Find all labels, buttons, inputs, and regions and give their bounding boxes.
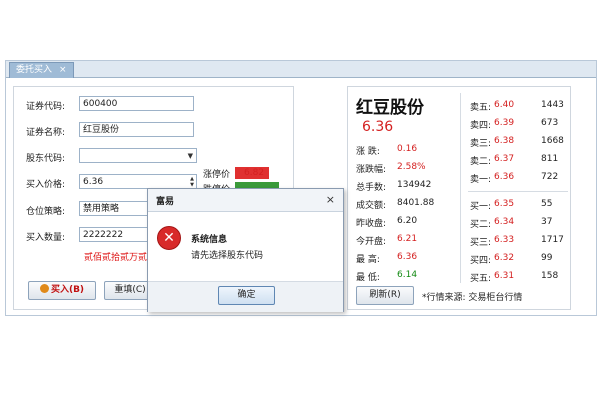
message-dialog: 富易 × ✕ 系统信息 请先选择股东代码 确定 (147, 188, 344, 312)
bid-price: 6.35 (494, 199, 515, 209)
stat-label: 今开盘: (356, 237, 387, 247)
stat-label: 涨跌幅: (356, 165, 387, 175)
tab-close-icon[interactable]: × (59, 65, 67, 75)
ask-label: 卖五: (470, 103, 492, 113)
book-divider (468, 191, 568, 192)
bid-label: 买一: (470, 202, 492, 212)
ask-price: 6.40 (494, 100, 515, 110)
stat-value: 8401.88 (397, 198, 435, 208)
stat-value: 6.21 (397, 234, 418, 244)
dialog-title-bar: 富易 × (148, 189, 343, 212)
dialog-heading: 系统信息 (191, 235, 228, 245)
bid-volume: 55 (541, 199, 553, 209)
stat-value: 6.20 (397, 216, 418, 226)
qty-label: 买入数量: (26, 233, 66, 243)
close-icon[interactable]: × (326, 193, 335, 206)
bid-volume: 37 (541, 217, 553, 227)
name-label: 证券名称: (26, 128, 66, 138)
holder-select[interactable]: ▼ (79, 148, 197, 163)
strategy-label: 仓位策略: (26, 207, 66, 217)
bid-label: 买五: (470, 274, 492, 284)
limit-up-label: 涨停价 (203, 170, 231, 180)
buy-button[interactable]: 买入(B) (28, 281, 96, 300)
refresh-button[interactable]: 刷新(R) (356, 286, 414, 305)
buy-button-label: 买入(B) (50, 285, 85, 295)
tab-bar: 委托买入 × (6, 61, 596, 78)
bid-volume: 99 (541, 253, 553, 263)
ask-label: 卖三: (470, 139, 492, 149)
stat-label: 成交额: (356, 201, 387, 211)
stock-price: 6.36 (362, 119, 394, 135)
quote-panel: 红豆股份 6.36 涨 跌: 0.16 涨跌幅: 2.58% 总手数: 134942 成交额… (347, 86, 571, 310)
ask-volume: 1443 (541, 100, 564, 110)
stat-value: 2.58% (397, 162, 426, 172)
bid-price: 6.34 (494, 217, 515, 227)
code-input[interactable]: 600400 (79, 96, 194, 111)
price-input[interactable]: 6.36 ▲ ▼ (79, 174, 197, 189)
ask-label: 卖四: (470, 121, 492, 131)
buy-icon (39, 284, 49, 293)
stat-value: 134942 (397, 180, 432, 190)
price-label: 买入价格: (26, 180, 66, 190)
stat-value: 6.14 (397, 270, 418, 280)
bid-price: 6.33 (494, 235, 515, 245)
bid-label: 买二: (470, 220, 492, 230)
name-field: 红豆股份 (79, 122, 194, 137)
error-icon: ✕ (157, 226, 181, 250)
ask-label: 卖二: (470, 157, 492, 167)
stat-label: 总手数: (356, 183, 387, 193)
tab-buy-order[interactable]: 委托买入 × (9, 62, 74, 78)
ok-button[interactable]: 确定 (218, 286, 275, 305)
ask-price: 6.36 (494, 172, 515, 182)
ask-volume: 722 (541, 172, 559, 182)
ask-volume: 1668 (541, 136, 564, 146)
ask-label: 卖一: (470, 175, 492, 185)
stat-label: 最 高: (356, 255, 380, 265)
stat-label: 涨 跌: (356, 147, 380, 157)
bid-label: 买三: (470, 238, 492, 248)
ask-price: 6.37 (494, 154, 515, 164)
stat-label: 最 低: (356, 273, 380, 283)
ask-price: 6.39 (494, 118, 515, 128)
stat-label: 昨收盘: (356, 219, 387, 229)
bid-volume: 1717 (541, 235, 564, 245)
stat-value: 6.36 (397, 252, 418, 262)
stat-value: 0.16 (397, 144, 418, 154)
divider (460, 93, 461, 283)
amount-warning: 贰佰贰拾贰万贰仟 (84, 253, 157, 263)
ask-volume: 811 (541, 154, 559, 164)
ask-price: 6.38 (494, 136, 515, 146)
bid-label: 买四: (470, 256, 492, 266)
price-value: 6.36 (83, 177, 104, 187)
bid-price: 6.32 (494, 253, 515, 263)
bid-price: 6.31 (494, 271, 515, 281)
dialog-footer: 确定 (148, 281, 343, 312)
bid-volume: 158 (541, 271, 559, 281)
code-label: 证券代码: (26, 102, 66, 112)
stock-name: 红豆股份 (356, 98, 424, 118)
dialog-title: 富易 (156, 197, 175, 207)
source-text: *行情来源: 交易柜台行情 (422, 293, 523, 303)
limit-up-tag: 6.82 (235, 167, 270, 179)
chevron-down-icon[interactable]: ▼ (188, 149, 193, 164)
ask-volume: 673 (541, 118, 559, 128)
dialog-message: 请先选择股东代码 (191, 251, 264, 261)
tab-buy-order-label: 委托买入 (16, 65, 53, 75)
holder-label: 股东代码: (26, 154, 66, 164)
